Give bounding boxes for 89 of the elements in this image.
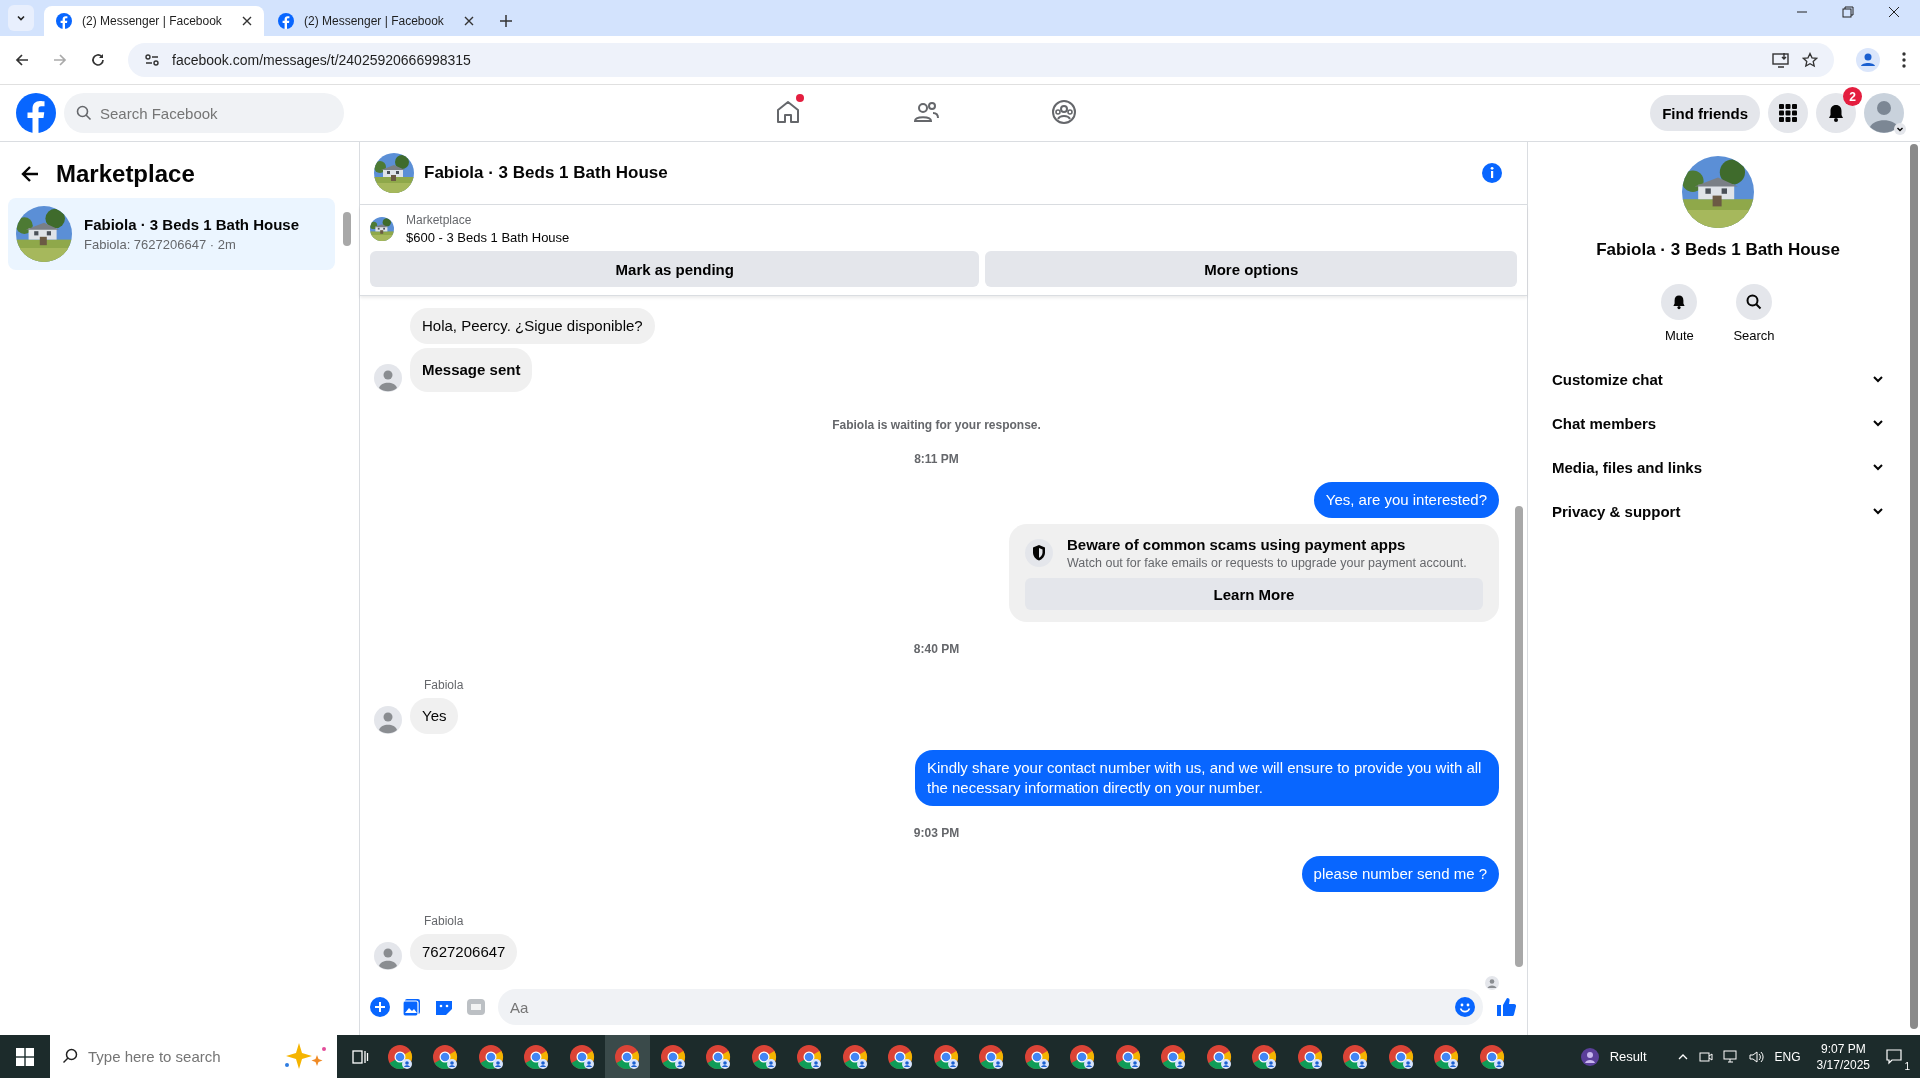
timestamp: 8:40 PM [913, 642, 960, 656]
message-bubble: Yes, are you interested? [1313, 482, 1499, 518]
emoji-icon[interactable] [1455, 997, 1475, 1017]
widget-label[interactable]: Result [1609, 1049, 1647, 1064]
taskbar-search-field[interactable]: Type here to search [50, 1035, 337, 1078]
sidebar-title: Marketplace [56, 160, 195, 188]
timestamp: 8:11 PM [914, 452, 959, 466]
url-text: facebook.com/messages/t/24025920666998315 [172, 52, 471, 68]
search-icon [76, 105, 92, 121]
bell-icon [1826, 103, 1846, 123]
avatar-icon[interactable] [1864, 93, 1904, 133]
facebook-logo-icon[interactable] [16, 93, 56, 133]
search-icon [62, 1048, 78, 1064]
thumbs-up-icon[interactable] [1495, 996, 1517, 1018]
warning-title: Beware of common scams using payment apps [1067, 536, 1407, 553]
task-view-icon[interactable] [351, 1047, 369, 1066]
install-app-icon[interactable] [1772, 52, 1790, 68]
status-notice: Fabiola is waiting for your response. [832, 418, 1041, 432]
details-section[interactable]: Customize chat [1544, 357, 1892, 401]
message-field[interactable]: Aa [498, 989, 1483, 1025]
search-field[interactable]: Search Facebook [64, 93, 344, 133]
notification-center-button[interactable]: 1 [1880, 1041, 1910, 1072]
timestamp: 9:03 PM [913, 826, 960, 840]
facebook-icon [56, 13, 72, 29]
search-button[interactable] [1736, 284, 1772, 320]
listing-button[interactable]: More options [985, 251, 1517, 287]
notification-count: 2 [1843, 87, 1862, 106]
grid-icon [1779, 104, 1797, 122]
language-indicator[interactable]: ENG [1774, 1049, 1801, 1064]
profile-icon[interactable] [1856, 48, 1880, 72]
chat-bubble-icon [1886, 1048, 1904, 1065]
star-icon[interactable] [1802, 52, 1818, 68]
network-icon[interactable] [1722, 1049, 1739, 1064]
message-bubble: Hola, Peercy. ¿Sigue disponible? [410, 308, 655, 344]
facebook-icon [278, 13, 294, 29]
back-arrow-icon[interactable] [20, 164, 40, 184]
clock-time[interactable]: 9:07 PM [1820, 1041, 1866, 1056]
menu-button[interactable] [1768, 93, 1808, 133]
site-settings-icon[interactable] [144, 52, 160, 68]
message-bubble: Message sent [410, 348, 533, 392]
message-bubble: 7627206647 [410, 934, 518, 970]
details-section[interactable]: Media, files and links [1544, 445, 1892, 489]
restore-icon[interactable] [1842, 6, 1854, 18]
plus-icon[interactable] [500, 15, 512, 27]
sender-name: Fabiola [424, 914, 465, 928]
conversation-preview: Fabiola: 7627206647 · 2m [84, 237, 237, 252]
caret-icon[interactable] [1894, 123, 1906, 135]
close-icon[interactable] [242, 16, 252, 26]
message-bubble: please number send me ? [1301, 856, 1499, 892]
windows-start-icon[interactable] [16, 1047, 34, 1066]
group-icon [1050, 97, 1078, 126]
camera-icon[interactable] [1698, 1049, 1713, 1064]
browser-tab[interactable]: (2) Messenger | Facebook [44, 6, 264, 36]
find-friends-button[interactable]: Find friends [1650, 95, 1760, 131]
read-receipt-icon [1485, 976, 1499, 990]
info-icon[interactable] [1481, 162, 1503, 184]
listing-button[interactable]: Mark as pending [370, 251, 980, 287]
search-icon [1746, 294, 1762, 310]
mute-button[interactable] [1661, 284, 1698, 320]
browser-tab[interactable]: (2) Messenger | Facebook [266, 6, 486, 36]
close-icon[interactable] [464, 16, 474, 26]
details-section[interactable]: Chat members [1544, 401, 1892, 445]
back-arrow-icon[interactable] [14, 52, 30, 68]
conversation-item[interactable]: Fabiola · 3 Beds 1 Bath House Fabiola: 7627206647 · 2m [8, 198, 335, 270]
contact-name: Fabiola · 3 Beds 1 Bath House [1596, 240, 1840, 260]
conversation-name: Fabiola · 3 Beds 1 Bath House [84, 216, 300, 233]
action-label: Mute [1664, 328, 1694, 343]
details-section[interactable]: Privacy & support [1544, 489, 1892, 533]
clock-date[interactable]: 3/17/2025 [1816, 1057, 1870, 1072]
message-bubble: Yes [410, 698, 459, 734]
browser-app-icon[interactable] [604, 1035, 650, 1078]
widget-icon[interactable] [1579, 1046, 1600, 1067]
speaker-icon[interactable] [1748, 1049, 1765, 1064]
listing-title: $600 - 3 Beds 1 Bath House [406, 230, 570, 245]
sender-name: Fabiola [424, 678, 465, 692]
more-icon[interactable] [1902, 52, 1906, 68]
learn-more-button[interactable]: Learn More [1025, 578, 1483, 610]
warning-text: Watch out for fake emails or requests to upgrade your payment account. [1067, 556, 1467, 570]
message-bubble: Kindly share your contact number with us, and we will ensure to provide you with all the necessary information directly on your number. [915, 750, 1499, 806]
action-label: Search [1733, 328, 1775, 343]
plus-circle-icon[interactable] [370, 997, 390, 1017]
image-icon[interactable] [402, 997, 422, 1017]
close-icon[interactable] [1888, 6, 1900, 18]
address-bar[interactable]: facebook.com/messages/t/24025920666998315 [128, 43, 1834, 77]
reload-icon[interactable] [90, 52, 106, 68]
chat-title: Fabiola · 3 Beds 1 Bath House [424, 163, 668, 183]
listing-label: Marketplace [406, 213, 473, 227]
shield-icon [1025, 539, 1053, 567]
notifications-button[interactable] [1816, 93, 1856, 133]
